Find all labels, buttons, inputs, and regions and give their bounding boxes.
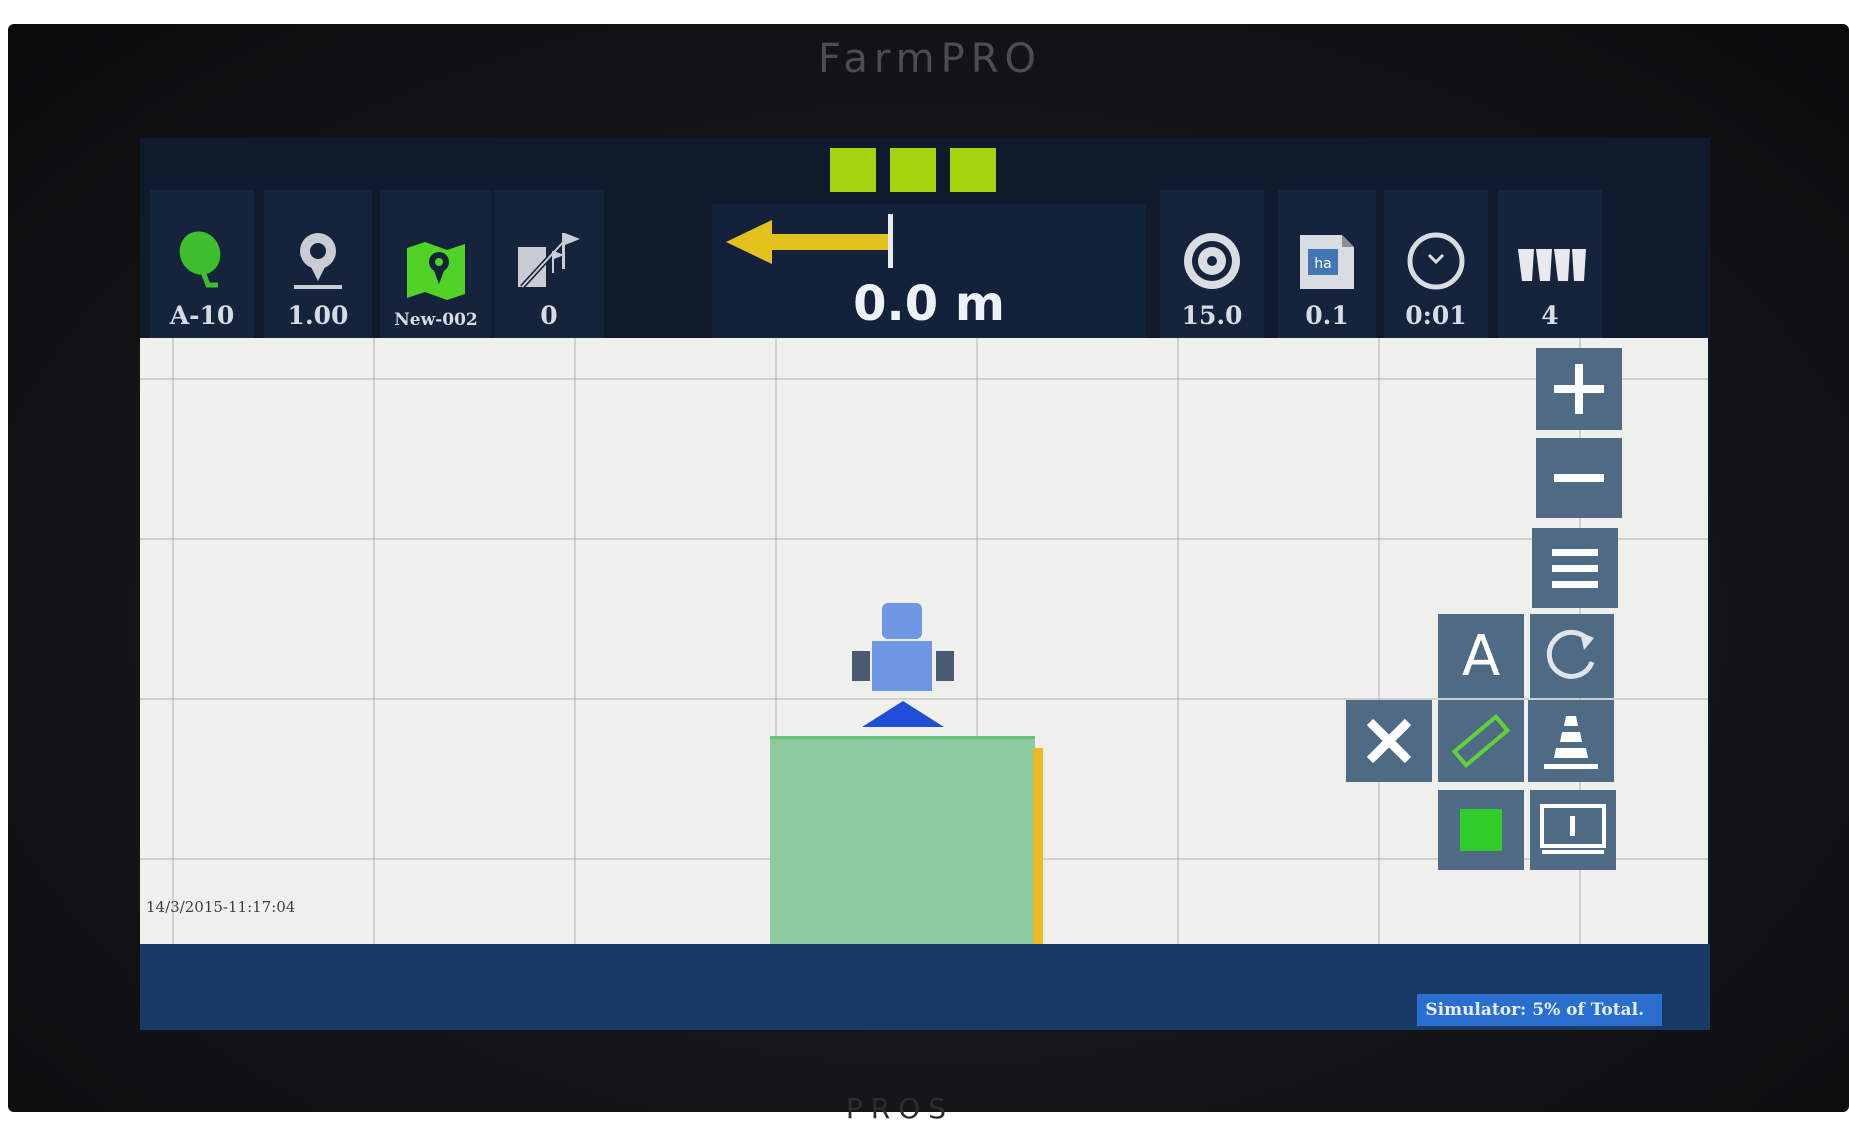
plus-icon	[1554, 364, 1604, 414]
satellite-dish-icon	[179, 231, 221, 288]
boom-sections-icon	[1518, 249, 1586, 281]
area-tile[interactable]: ha 0.1	[1278, 190, 1376, 340]
gps-pin-icon	[294, 233, 342, 289]
ab-line-value: 0	[540, 301, 558, 330]
record-square-icon	[1460, 809, 1502, 851]
ab-line-tile[interactable]: 0	[494, 190, 604, 340]
speed-value: 15.0	[1181, 301, 1243, 330]
hectare-icon: ha	[1300, 235, 1354, 289]
perspective-icon	[1544, 716, 1598, 769]
status-bar: Simulator: 5% of Total.	[140, 944, 1710, 1030]
gps-status-value: A-10	[169, 301, 235, 330]
rotate-view-button[interactable]	[1530, 614, 1614, 698]
sections-value: 4	[1541, 301, 1559, 330]
perspective-view-button[interactable]	[1528, 700, 1614, 782]
accuracy-tile[interactable]: 1.00	[264, 190, 372, 340]
clock-icon	[1407, 232, 1465, 290]
rotate-view-icon	[1546, 629, 1595, 679]
ruler-icon	[1451, 713, 1511, 769]
map-timestamp: 14/3/2015-11:17:04	[146, 898, 296, 916]
accuracy-value: 1.00	[287, 301, 349, 330]
brand-logo: FarmPRO	[818, 36, 1042, 82]
boom-edge-marker	[1033, 748, 1043, 944]
steer-left-arrow-icon	[726, 214, 893, 268]
gps-status-tile[interactable]: A-10	[150, 190, 254, 340]
lightbar-led	[950, 148, 996, 192]
menu-button[interactable]	[1532, 528, 1618, 608]
speed-tile[interactable]: 15.0	[1160, 190, 1264, 340]
simulator-status: Simulator: 5% of Total.	[1417, 994, 1662, 1026]
record-button[interactable]	[1438, 790, 1524, 870]
tractor-icon	[852, 603, 954, 727]
field-tile[interactable]: New-002	[380, 190, 492, 340]
lightbar-led	[830, 148, 876, 192]
close-icon	[1366, 718, 1412, 764]
sections-tile[interactable]: 4	[1498, 190, 1602, 340]
cross-track-value: 0.0 m	[853, 276, 1005, 332]
minus-icon	[1554, 474, 1604, 482]
auto-steer-label: A	[1461, 623, 1501, 689]
display-icon	[1540, 804, 1606, 854]
time-tile[interactable]: 0:01	[1384, 190, 1488, 340]
area-value: 0.1	[1305, 301, 1349, 330]
zoom-in-button[interactable]	[1536, 348, 1622, 430]
guidance-lightbar	[830, 148, 996, 192]
coverage-area	[770, 736, 1035, 944]
display-screen: A-10 1.00 New-002 0 0.0 m 15.0 ha 0.1 0:…	[140, 138, 1710, 1030]
field-value: New-002	[394, 310, 478, 330]
zoom-out-button[interactable]	[1536, 438, 1622, 518]
svg-text:ha: ha	[1314, 256, 1331, 272]
lightbar-led	[890, 148, 936, 192]
time-value: 0:01	[1405, 301, 1467, 330]
cross-track-panel: 0.0 m	[712, 204, 1146, 346]
auto-steer-button[interactable]: A	[1438, 614, 1524, 698]
field-map[interactable]: 14/3/2015-11:17:04 A	[140, 338, 1708, 944]
measure-button[interactable]	[1438, 700, 1524, 782]
menu-icon	[1552, 549, 1598, 588]
cancel-button[interactable]	[1346, 700, 1432, 782]
speedometer-icon	[1184, 233, 1240, 289]
brand-logo-bottom: PROS	[845, 1092, 955, 1125]
ab-line-flag-icon	[518, 233, 580, 289]
field-map-icon	[407, 242, 465, 300]
display-button[interactable]	[1530, 790, 1616, 870]
